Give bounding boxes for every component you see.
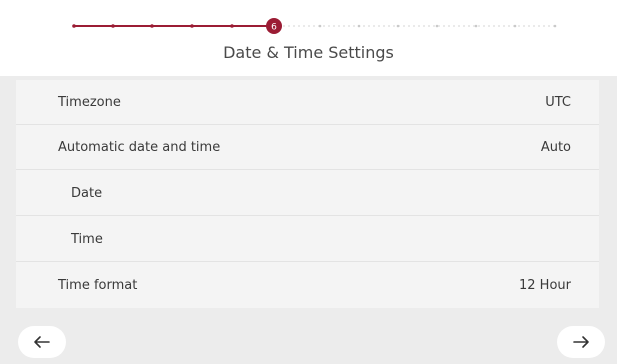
step-dot-12: [513, 24, 517, 28]
setting-label: Timezone: [58, 94, 121, 110]
settings-list: Timezone UTC Automatic date and time Aut…: [16, 80, 599, 308]
setting-label: Date: [71, 185, 103, 201]
setting-row-automatic-date-time[interactable]: Automatic date and time Auto: [16, 125, 599, 170]
setting-value: UTC: [545, 94, 571, 110]
step-dot-3: [150, 24, 154, 28]
header: 6 Date & Time Settings: [0, 0, 617, 76]
step-dot-7: [318, 24, 322, 28]
page-title: Date & Time Settings: [223, 43, 394, 62]
setting-value: 12 Hour: [519, 278, 571, 293]
setting-label: Time: [71, 231, 103, 247]
setting-label: Automatic date and time: [58, 139, 221, 155]
setting-label: Time format: [58, 278, 138, 293]
arrow-left-icon: [34, 336, 50, 348]
step-dot-13: [553, 24, 557, 28]
step-dot-9: [396, 24, 400, 28]
setting-row-time[interactable]: Time: [16, 217, 599, 262]
step-dot-2: [111, 24, 115, 28]
step-dot-8: [357, 24, 361, 28]
step-dot-10: [435, 24, 439, 28]
setting-value: Auto: [540, 139, 571, 155]
setting-row-date[interactable]: Date: [16, 171, 599, 216]
setting-row-time-format[interactable]: Time format 12 Hour: [16, 263, 599, 308]
step-dot-1: [72, 24, 76, 28]
step-current-number: 6: [271, 23, 277, 33]
step-dot-5: [230, 24, 234, 28]
step-dot-4: [190, 24, 194, 28]
back-button[interactable]: [18, 326, 66, 358]
setting-row-timezone[interactable]: Timezone UTC: [16, 80, 599, 125]
next-button[interactable]: [557, 326, 605, 358]
setup-progress-stepper: 6: [72, 18, 557, 34]
step-dot-11: [474, 24, 478, 28]
arrow-right-icon: [573, 336, 589, 348]
